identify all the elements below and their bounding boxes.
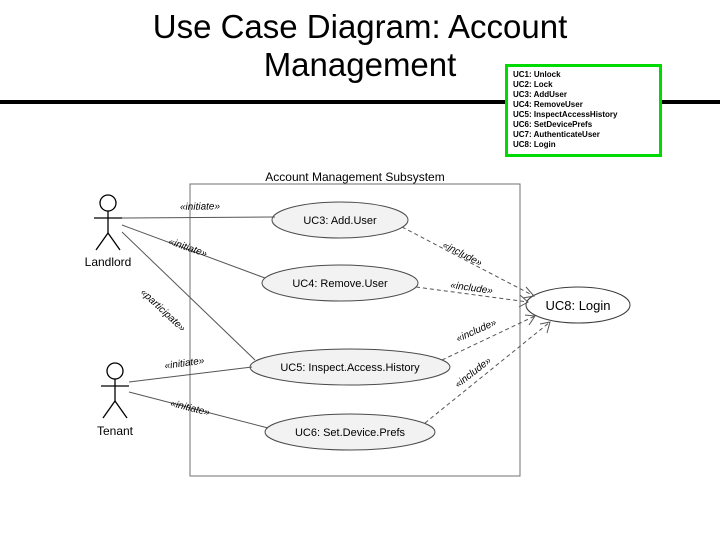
system-label: Account Management Subsystem	[265, 170, 444, 184]
legend-item: UC2: Lock	[513, 80, 654, 90]
actor-tenant: Tenant	[97, 363, 134, 438]
include-uc4-uc8: «include»	[416, 280, 528, 307]
svg-text:«include»: «include»	[441, 240, 485, 269]
legend-item: UC8: Login	[513, 140, 654, 150]
legend-item: UC6: SetDevicePrefs	[513, 120, 654, 130]
actor-landlord-label: Landlord	[85, 255, 132, 269]
actor-landlord: Landlord	[85, 195, 132, 269]
usecase-uc5-label: UC5: Inspect.Access.History	[280, 362, 420, 374]
legend-item: UC4: RemoveUser	[513, 100, 654, 110]
stereotype-initiate: «initiate»	[167, 236, 209, 260]
assoc-landlord-uc3	[122, 217, 275, 218]
svg-text:«include»: «include»	[455, 317, 499, 345]
legend-item: UC5: InspectAccessHistory	[513, 110, 654, 120]
legend-item: UC7: AuthenticateUser	[513, 130, 654, 140]
stereotype-initiate: «initiate»	[180, 201, 221, 213]
stereotype-initiate: «initiate»	[164, 355, 206, 372]
legend-item: UC1: Unlock	[513, 70, 654, 80]
include-uc5-uc8: «include»	[442, 315, 535, 360]
legend-box: UC1: Unlock UC2: Lock UC3: AddUser UC4: …	[505, 64, 662, 157]
usecase-uc4-label: UC4: Remove.User	[292, 278, 388, 290]
actor-tenant-label: Tenant	[97, 424, 134, 438]
legend-item: UC3: AddUser	[513, 90, 654, 100]
usecase-uc3-label: UC3: Add.User	[303, 215, 377, 227]
usecase-uc6-label: UC6: Set.Device.Prefs	[295, 427, 406, 439]
use-case-diagram: Account Management Subsystem Landlord Te…	[80, 170, 640, 490]
stereotype-participate: «participate»	[138, 287, 188, 334]
usecase-uc8-label: UC8: Login	[545, 298, 610, 313]
